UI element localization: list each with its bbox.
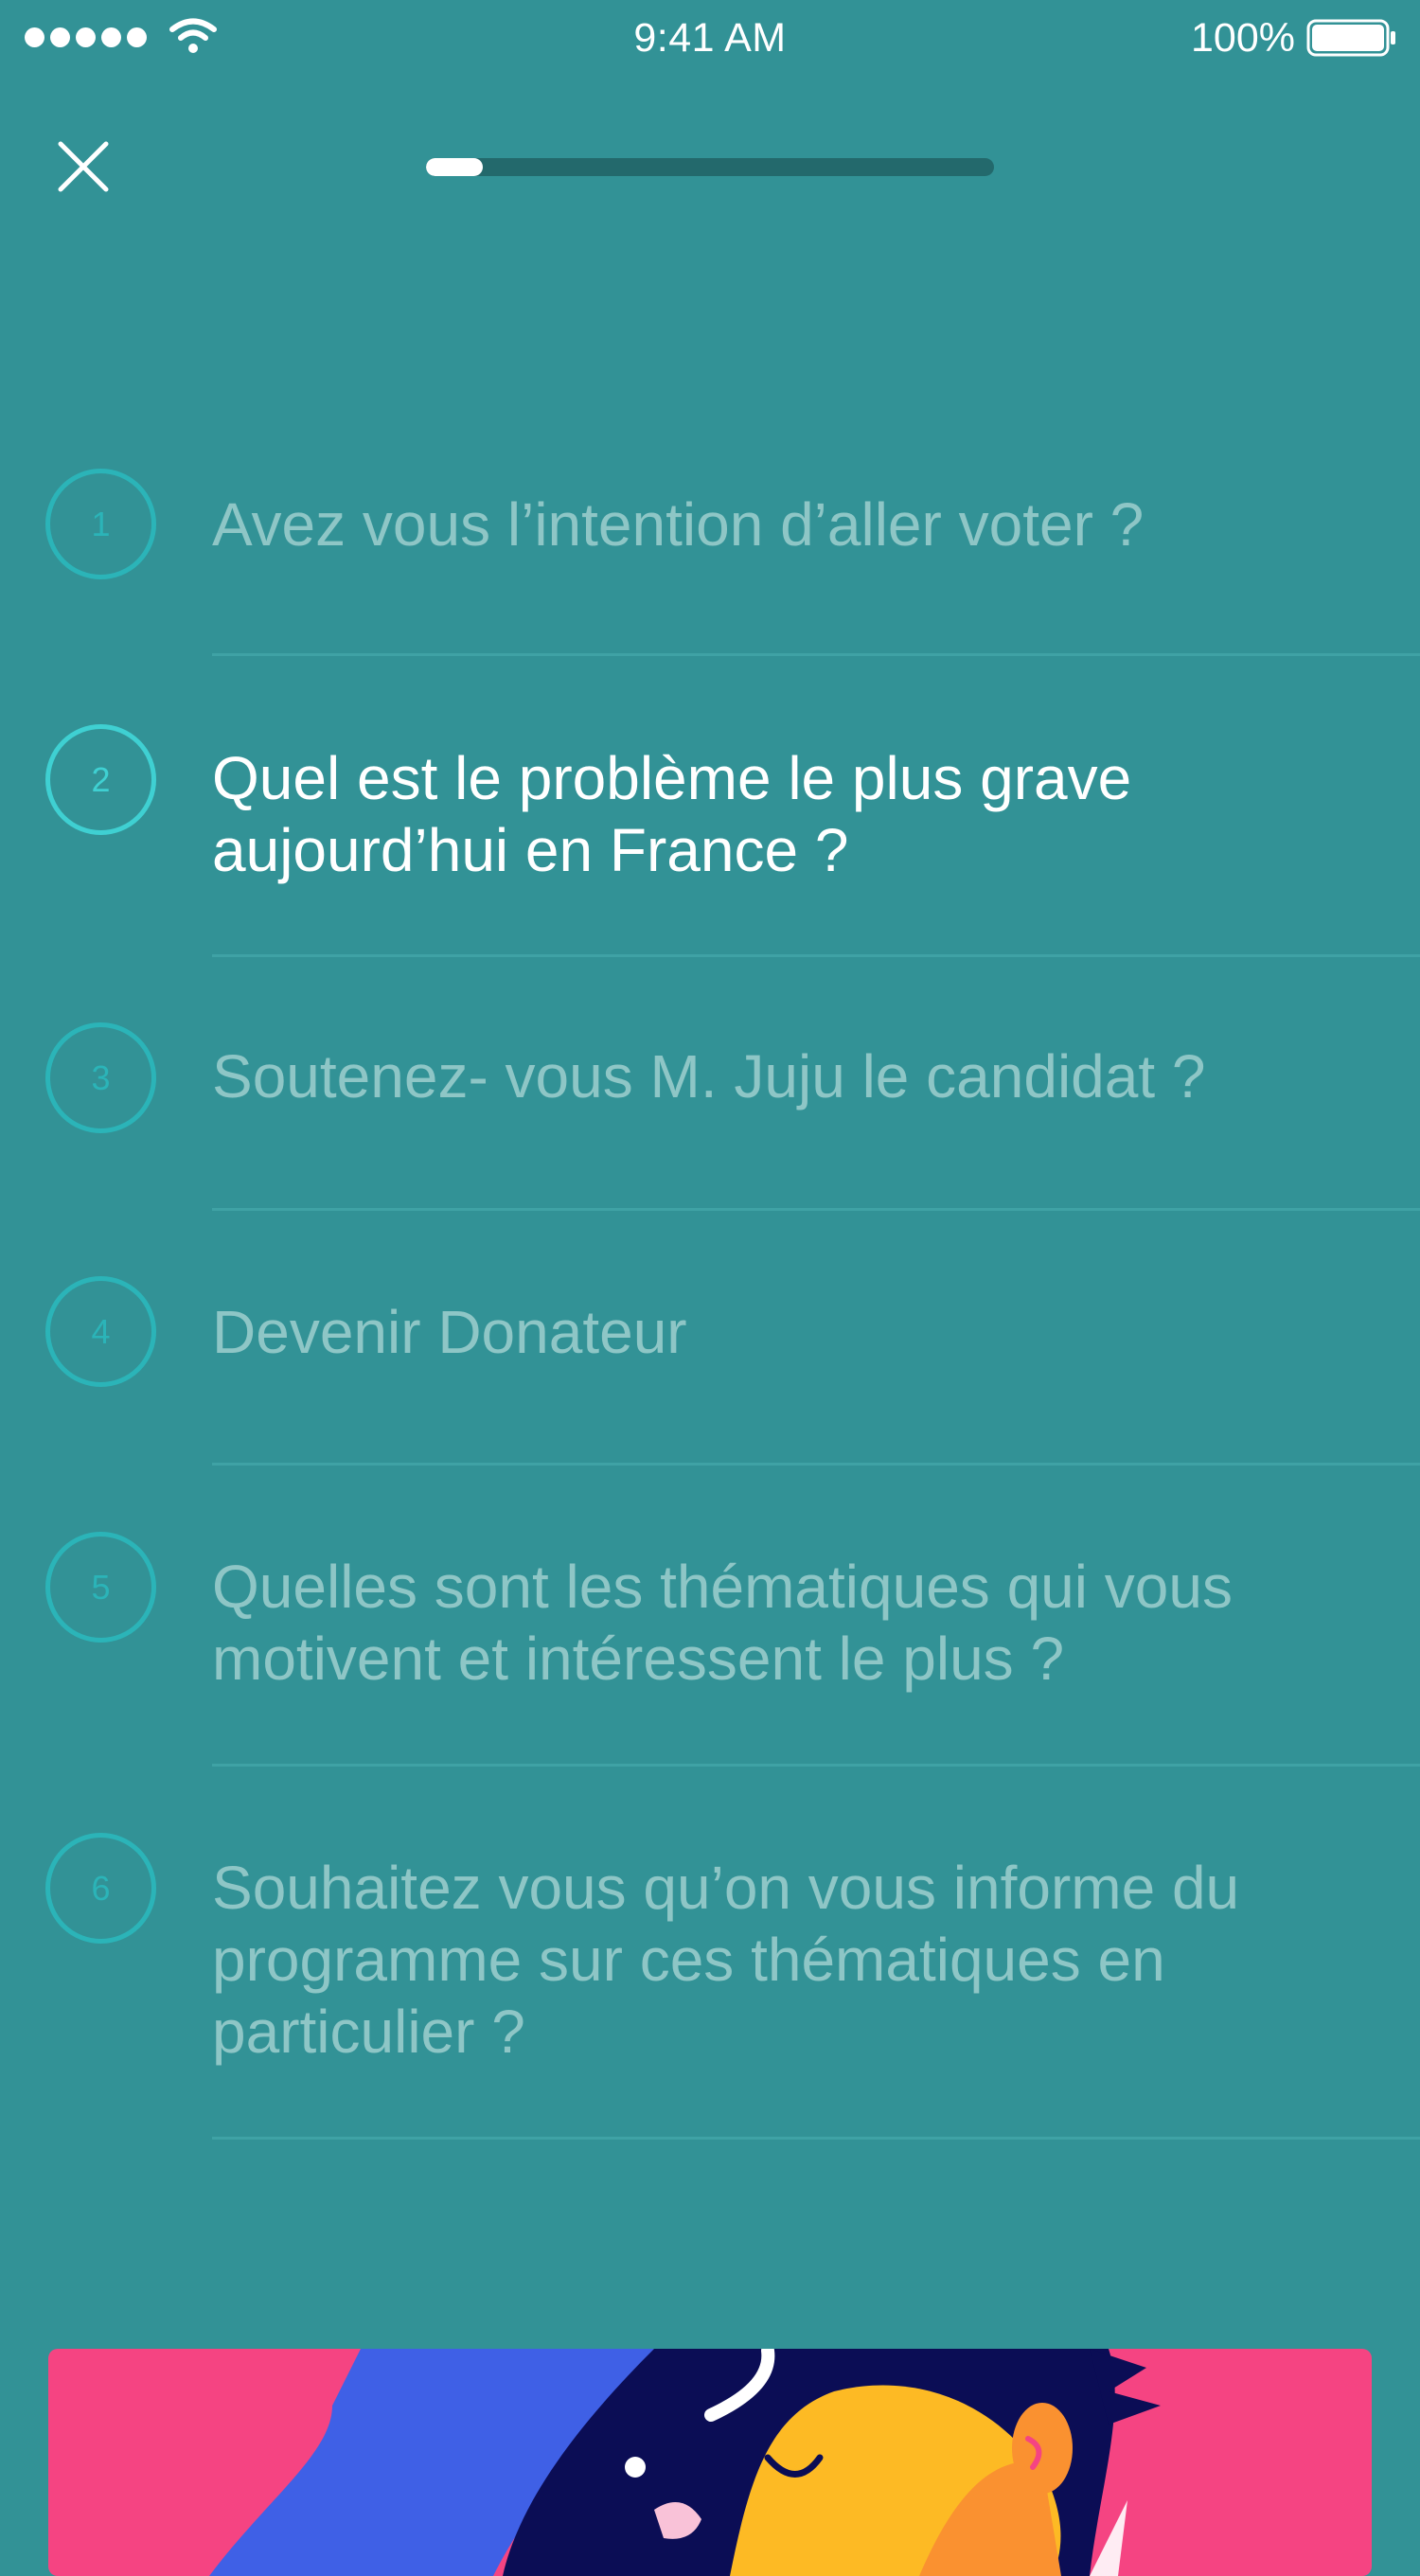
question-item-4[interactable]: 4 Devenir Donateur bbox=[0, 1211, 1420, 1466]
question-text: Souhaitez vous qu’on vous informe du pro… bbox=[212, 1854, 1240, 2066]
close-button[interactable] bbox=[53, 136, 114, 197]
question-text: Soutenez- vous M. Juju le candidat ? bbox=[212, 1042, 1206, 1110]
divider bbox=[212, 2137, 1420, 2140]
question-item-3[interactable]: 3 Soutenez- vous M. Juju le candidat ? bbox=[0, 957, 1420, 1211]
question-number-badge: 5 bbox=[45, 1532, 156, 1643]
question-text: Avez vous l’intention d’aller voter ? bbox=[212, 490, 1145, 559]
question-item-1[interactable]: 1 Avez vous l’intention d’aller voter ? bbox=[0, 398, 1420, 656]
question-list: 1 Avez vous l’intention d’aller voter ? … bbox=[0, 398, 1420, 2140]
question-text: Devenir Donateur bbox=[212, 1298, 687, 1366]
question-number-badge: 2 bbox=[45, 724, 156, 835]
close-icon bbox=[58, 141, 109, 192]
illustration-card[interactable] bbox=[48, 2349, 1372, 2576]
battery-icon bbox=[1306, 19, 1395, 57]
question-item-5[interactable]: 5 Quelles sont les thématiques qui vous … bbox=[0, 1466, 1420, 1767]
question-number-badge: 4 bbox=[45, 1276, 156, 1387]
person-illustration bbox=[209, 2349, 1161, 2576]
question-number-badge: 6 bbox=[45, 1833, 156, 1944]
progress-bar bbox=[426, 158, 994, 176]
question-text: Quelles sont les thématiques qui vous mo… bbox=[212, 1553, 1233, 1693]
question-item-6[interactable]: 6 Souhaitez vous qu’on vous informe du p… bbox=[0, 1767, 1420, 2140]
question-number-badge: 3 bbox=[45, 1022, 156, 1133]
question-item-2[interactable]: 2 Quel est le problème le plus grave auj… bbox=[0, 656, 1420, 957]
battery-percent: 100% bbox=[1191, 15, 1295, 61]
question-text: Quel est le problème le plus grave aujou… bbox=[212, 744, 1132, 884]
progress-bar-fill bbox=[426, 158, 483, 176]
status-bar: 9:41 AM 100% bbox=[0, 0, 1420, 76]
question-number-badge: 1 bbox=[45, 469, 156, 579]
